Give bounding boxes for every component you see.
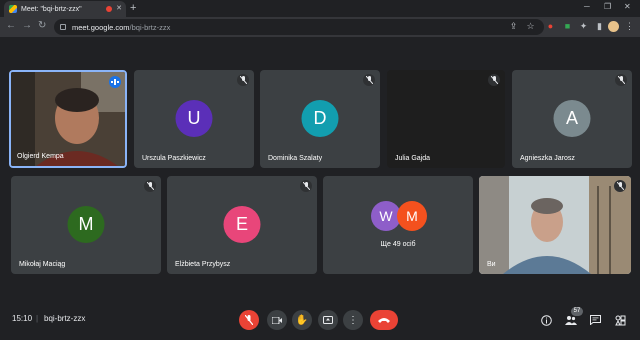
mic-off-icon [245,315,253,325]
participant-count-badge: 57 [571,307,583,316]
participant-name: Ви [487,261,496,268]
camera-toggle-button[interactable] [267,310,287,330]
muted-mic-icon [300,180,312,192]
leave-call-button[interactable] [370,310,398,330]
activities-button[interactable] [612,312,628,328]
muted-mic-icon [488,74,500,86]
avatar: M [67,206,105,243]
muted-mic-icon [363,74,375,86]
info-icon [540,314,552,326]
back-icon[interactable]: ← [6,20,16,31]
present-icon [323,316,333,324]
maximize-icon[interactable]: ❐ [604,2,611,11]
more-vert-icon: ⋮ [348,314,358,326]
recording-indicator-icon [106,6,112,12]
lock-icon [60,24,66,30]
forward-icon[interactable]: → [22,20,32,31]
extension-green-icon[interactable]: ■ [562,21,573,32]
activities-icon [614,315,625,325]
share-icon[interactable]: ⇪ [508,21,519,32]
participant-name: Julia Gajda [395,155,431,162]
raise-hand-button[interactable]: ✋ [292,310,312,330]
avatar: E [223,206,261,243]
separator: | [36,314,39,323]
self-video-tile[interactable]: Ви [479,176,631,274]
muted-mic-icon [614,180,626,192]
hand-icon: ✋ [295,314,309,326]
new-tab-button[interactable]: + [130,2,136,14]
bookmark-star-icon[interactable]: ☆ [525,21,536,32]
muted-mic-icon [237,74,249,86]
avatar-initial: A [565,108,578,128]
chat-button[interactable] [587,312,603,328]
people-icon [565,316,577,325]
participant-name: Elżbieta Przybysz [175,261,231,268]
participant-tile-dark[interactable]: Julia Gajda [387,70,505,168]
mic-toggle-button[interactable] [239,310,259,330]
tab-title: Meet: "bqi-brtz-zzx" [21,5,82,13]
side-panel-icon[interactable]: ▮ [594,21,605,32]
extensions-puzzle-icon[interactable]: ✦ [578,21,589,32]
participant-tile-video[interactable]: Olgierd Kempa [9,70,127,168]
participant-name: Dominika Szalaty [268,155,323,162]
avatar: A [553,100,591,137]
meet-favicon-icon [9,5,17,13]
browser-menu-icon[interactable]: ⋮ [624,21,635,32]
participant-tile[interactable]: E Elżbieta Przybysz [167,176,317,274]
participant-name: Agnieszka Jarosz [520,155,575,162]
muted-mic-icon [144,180,156,192]
avatar-initial: E [235,214,248,234]
hang-up-icon [378,318,390,323]
url-host: meet.google.com [72,22,130,32]
participant-name: Urszula Paszkiewicz [142,155,206,162]
browser-toolbar: ← → ↻ meet.google.com /bqi-brtz-zzx ⇪ ☆ … [0,17,640,37]
chat-icon [589,315,601,325]
participant-tile[interactable]: A Agnieszka Jarosz [512,70,632,168]
participant-name: Olgierd Kempa [17,153,64,160]
more-participants-tile[interactable]: W M Ще 49 осіб [323,176,473,274]
avatar: U [175,100,213,137]
participant-name: Mikołaj Maciąg [19,261,66,268]
more-participants-label: Ще 49 осіб [380,241,416,248]
minimize-icon[interactable]: ─ [584,2,590,11]
avatar-initial: M [406,208,418,224]
current-time: 15:10 [12,314,33,323]
close-window-icon[interactable]: ✕ [624,2,631,11]
mic-in-use-icon[interactable]: ● [545,21,556,32]
speaking-indicator-icon [109,76,121,88]
avatar-initial: M [78,214,94,234]
avatar: D [301,100,339,137]
meeting-details-button[interactable] [538,312,554,328]
avatar-initial: D [313,108,327,128]
present-screen-button[interactable] [318,310,338,330]
avatar-initial: W [379,208,393,224]
camera-icon [272,316,282,324]
address-bar[interactable]: meet.google.com /bqi-brtz-zzx [54,19,544,35]
browser-tab-strip: Meet: "bqi-brtz-zzx" ✕ + ─ ❐ ✕ [0,0,640,17]
muted-mic-icon [615,74,627,86]
browser-tab[interactable]: Meet: "bqi-brtz-zzx" ✕ [4,1,126,17]
meeting-controls-bar: 15:10 | bqi-brtz-zzx ✋ ⋮ [0,300,640,340]
participant-tile[interactable]: M Mikołaj Maciąg [11,176,161,274]
participant-tile[interactable]: U Urszula Paszkiewicz [134,70,254,168]
avatar: M [397,201,427,231]
participant-tile[interactable]: D Dominika Szalaty [260,70,380,168]
avatar-initial: U [187,108,201,128]
url-path: /bqi-brtz-zzx [129,22,171,32]
self-video [479,176,631,274]
meeting-code: bqi-brtz-zzx [44,314,86,323]
profile-avatar-icon[interactable] [608,21,619,32]
more-options-button[interactable]: ⋮ [343,310,363,330]
tab-close-icon[interactable]: ✕ [116,4,122,12]
reload-icon[interactable]: ↻ [38,20,46,31]
